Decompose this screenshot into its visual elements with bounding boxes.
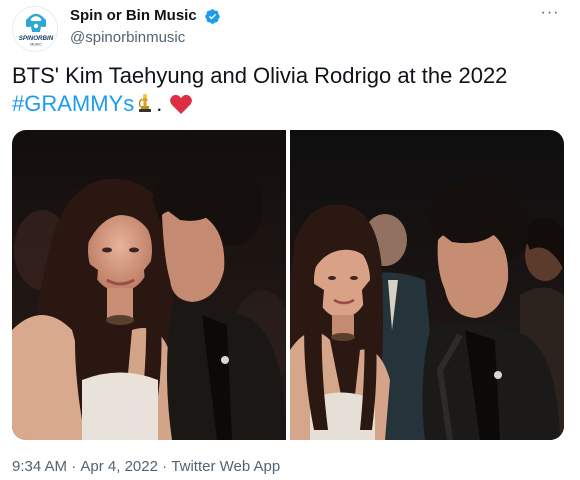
trophy-icon [139, 93, 152, 112]
tweet-time[interactable]: 9:34 AM [12, 458, 67, 475]
account-handle[interactable]: @spinorbinmusic [70, 28, 221, 48]
display-name[interactable]: Spin or Bin Music [70, 6, 197, 26]
avatar-subtext: MUSIC [30, 43, 42, 47]
hashtag-link[interactable]: #GRAMMYs [12, 91, 134, 116]
avatar-logo-icon: SPINORBIN MUSIC [13, 7, 57, 51]
photo-icon [290, 130, 564, 440]
photo-2[interactable] [290, 130, 564, 440]
account-names: Spin or Bin Music @spinorbinmusic [70, 6, 221, 48]
more-dots-icon: ··· [540, 4, 560, 21]
avatar-wordmark: SPINORBIN [19, 35, 54, 42]
tweet-card: SPINORBIN MUSIC Spin or Bin Music @spino… [0, 0, 580, 480]
tweet-date[interactable]: Apr 4, 2022 [80, 458, 158, 475]
metadata-separator: · [71, 458, 77, 476]
tweet-header: SPINORBIN MUSIC Spin or Bin Music @spino… [12, 4, 568, 52]
heart-icon [169, 94, 192, 114]
photo-1[interactable] [12, 130, 286, 440]
photo-icon [12, 130, 286, 440]
separator-dot: . [156, 91, 163, 116]
more-options-button[interactable]: ··· [538, 4, 562, 24]
tweet-text-main: BTS' Kim Taehyung and Olivia Rodrigo at … [12, 63, 508, 88]
tweet-source[interactable]: Twitter Web App [171, 458, 280, 475]
tweet-text: BTS' Kim Taehyung and Olivia Rodrigo at … [12, 62, 568, 118]
tweet-metadata: 9:34 AM · Apr 4, 2022 · Twitter Web App [12, 458, 280, 476]
avatar[interactable]: SPINORBIN MUSIC [12, 6, 58, 52]
metadata-separator: · [162, 458, 168, 476]
media-grid [12, 130, 564, 440]
verified-badge-icon [205, 8, 220, 24]
